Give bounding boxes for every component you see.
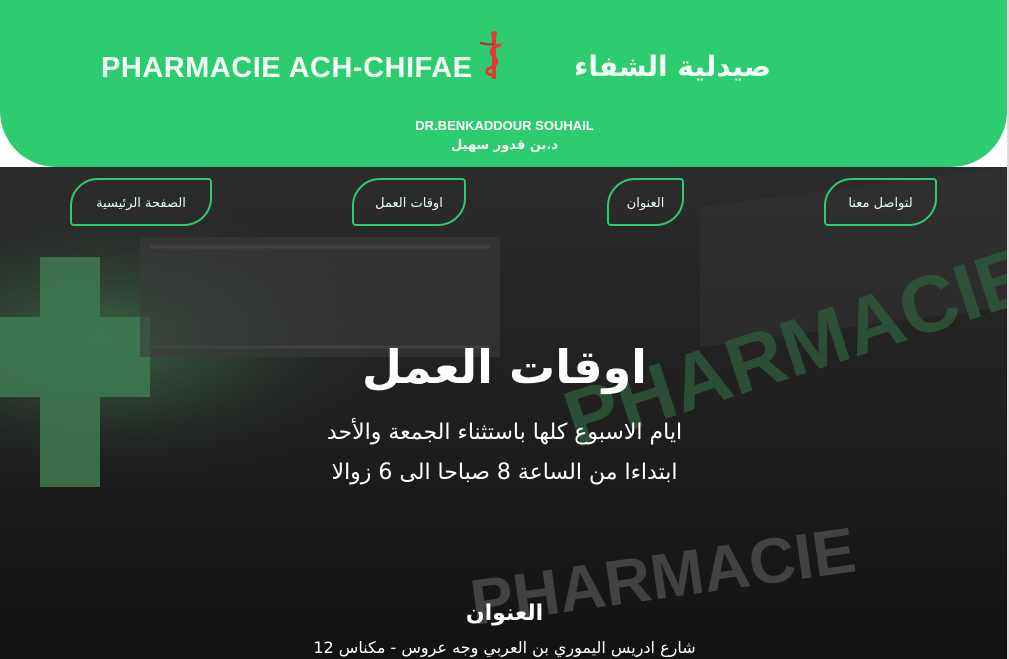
nav-contact-button[interactable]: لتواصل معنا bbox=[824, 178, 937, 226]
caduceus-icon bbox=[479, 31, 508, 79]
pharmacy-storefront-photo: PHARMACIE PHARMACIE bbox=[0, 167, 1007, 659]
hours-days-text: ايام الاسبوع كلها باستثناء الجمعة والأحد bbox=[326, 420, 683, 445]
address-title: العنوان bbox=[465, 601, 544, 626]
hours-time-text: ابتداءا من الساعة 8 صباحا الى 6 زوالا bbox=[331, 460, 678, 485]
hours-title: اوقات العمل bbox=[362, 340, 647, 394]
doctor-name-arabic: د.بن قدور سهيل bbox=[450, 138, 559, 153]
nav-home-button[interactable]: الصفحة الرئيسية bbox=[70, 178, 212, 226]
brand-name-arabic: صيدلية الشفاء bbox=[574, 50, 771, 83]
brand-name-latin: PHARMACIE ACH-CHIFAE bbox=[101, 52, 473, 84]
address-text: شارع ادريس اليموري بن العربي وجه عروس - … bbox=[313, 638, 696, 657]
nav-hours-button[interactable]: اوقات العمل bbox=[352, 178, 466, 226]
doctor-name-latin: DR.BENKADDOUR SOUHAIL bbox=[415, 118, 594, 133]
nav-address-button[interactable]: العنوان bbox=[607, 178, 684, 226]
hero-background: PHARMACIE PHARMACIE bbox=[0, 167, 1007, 659]
site-header: PHARMACIE ACH-CHIFAE صيدلية الشفاء DR.BE… bbox=[0, 0, 1007, 167]
